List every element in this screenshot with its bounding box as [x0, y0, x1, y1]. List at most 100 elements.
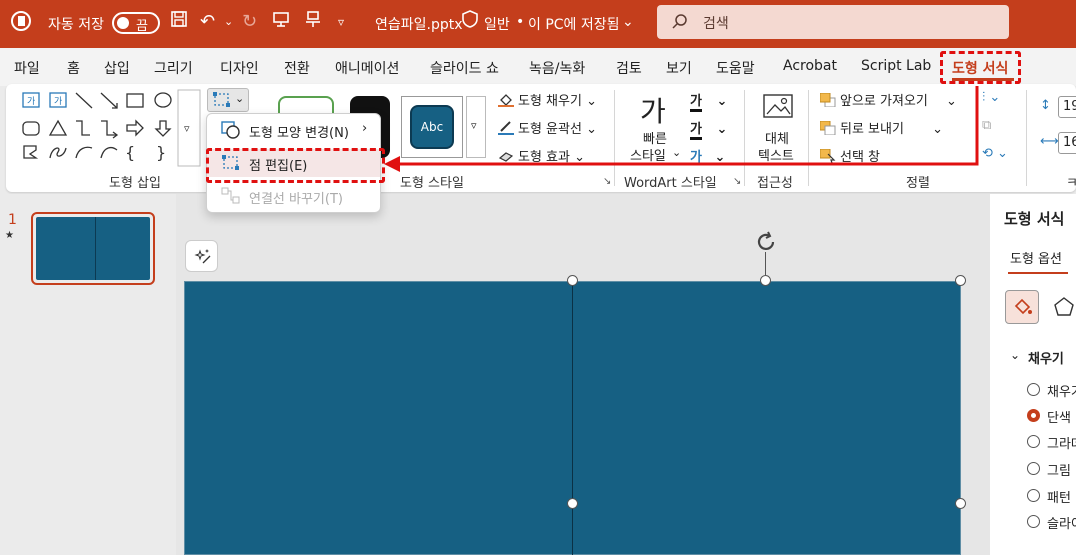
- highlight-shape-format-tab: [940, 51, 1021, 84]
- tab-review[interactable]: 검토: [616, 58, 642, 78]
- svg-text:가: 가: [54, 96, 62, 107]
- tab-animations[interactable]: 애니메이션: [335, 58, 399, 78]
- file-name[interactable]: 연습파일.pptx: [375, 14, 463, 34]
- change-shape-label: 도형 모양 변경(N): [249, 126, 349, 141]
- resize-handle-top-right[interactable]: [955, 275, 966, 286]
- dialog-launcher-icon[interactable]: ↘: [733, 176, 741, 187]
- format-pane-title: 도형 서식: [1004, 210, 1065, 228]
- svg-text:▿: ▿: [184, 122, 190, 135]
- undo-icon[interactable]: ↶: [200, 10, 215, 34]
- tab-record[interactable]: 녹음/녹화: [529, 58, 585, 78]
- dialog-launcher-icon[interactable]: ↘: [603, 176, 611, 187]
- search-icon: [671, 13, 689, 35]
- reroute-connectors-label: 연결선 바꾸기(T): [249, 192, 343, 207]
- autosave-toggle[interactable]: 끔: [112, 12, 160, 34]
- chevron-down-icon: ⌄: [235, 92, 245, 105]
- highlight-edit-points: [206, 148, 385, 183]
- shape-width-input[interactable]: 16: [1058, 132, 1076, 154]
- group-label-wordart: WordArt 스타일: [624, 176, 717, 191]
- align-icon[interactable]: ⫶ ⌄: [982, 90, 1000, 105]
- fill-option-label: 그림: [1047, 464, 1071, 479]
- edit-points-icon: [213, 92, 231, 112]
- title-bar: 자동 저장 끔 ↶ ⌄ ↻ ▿ 연습파일.pptx 일반 • 이 PC에 저장됨…: [0, 0, 1076, 48]
- radio-no-fill[interactable]: [1027, 383, 1040, 396]
- change-shape-icon: [221, 121, 241, 143]
- shape-gallery[interactable]: 가 가 { } ▿: [18, 88, 202, 168]
- save-icon[interactable]: [170, 10, 188, 35]
- slide-thumbnail-content: [36, 217, 150, 280]
- customize-toolbar-icon[interactable]: ▿: [338, 10, 344, 34]
- tab-insert[interactable]: 삽입: [104, 58, 130, 78]
- dot-separator: •: [516, 14, 525, 30]
- resize-handle-middle[interactable]: [567, 498, 578, 509]
- tab-draw[interactable]: 그리기: [154, 58, 193, 78]
- undo-dropdown-icon[interactable]: ⌄: [224, 10, 233, 34]
- autosave-label: 자동 저장: [48, 17, 104, 33]
- start-from-beginning-icon[interactable]: [272, 10, 290, 35]
- slide-shape[interactable]: [184, 281, 961, 555]
- fill-option-label: 채우기: [1047, 385, 1076, 400]
- fill-option-label: 슬라이드: [1047, 517, 1076, 532]
- svg-text:{: {: [125, 143, 135, 162]
- reroute-connectors-icon: [221, 187, 241, 209]
- fill-line-tab[interactable]: [1005, 290, 1039, 324]
- group-label-shape-styles: 도형 스타일: [400, 176, 464, 191]
- tab-home[interactable]: 홈: [67, 58, 80, 78]
- resize-handle-top-right-segment[interactable]: [760, 275, 771, 286]
- group-label-accessibility: 접근성: [757, 176, 793, 191]
- tab-acrobat[interactable]: Acrobat: [783, 58, 837, 74]
- edit-shape-button[interactable]: ⌄: [207, 88, 249, 112]
- tab-scriptlab[interactable]: Script Lab: [861, 58, 931, 74]
- menu-item-change-shape[interactable]: 도형 모양 변경(N) ›: [207, 116, 380, 144]
- slide-number: 1: [8, 212, 17, 228]
- fill-section-header[interactable]: 채우기: [1028, 348, 1064, 367]
- svg-text:가: 가: [27, 96, 35, 107]
- separator: [1026, 90, 1027, 186]
- shield-icon: [462, 10, 478, 35]
- width-icon: ⟷: [1040, 134, 1059, 149]
- shape-height-input[interactable]: 19: [1058, 96, 1076, 118]
- radio-gradient-fill[interactable]: [1027, 435, 1040, 448]
- fill-option-label: 패턴: [1047, 491, 1071, 506]
- tab-help[interactable]: 도움말: [716, 58, 755, 78]
- tab-shape-options[interactable]: 도형 옵션: [1010, 248, 1062, 267]
- svg-text:}: }: [156, 143, 166, 162]
- shape-divider-line: [572, 282, 573, 555]
- tab-transitions[interactable]: 전환: [284, 58, 310, 78]
- sensitivity-label[interactable]: 일반: [484, 14, 510, 34]
- resize-handle-right[interactable]: [955, 498, 966, 509]
- rotate-icon[interactable]: ⟲ ⌄: [982, 146, 1008, 161]
- sparkle-icon: [194, 247, 212, 269]
- radio-solid-fill[interactable]: [1027, 409, 1040, 422]
- effects-tab-icon[interactable]: [1053, 296, 1075, 322]
- group-label-insert-shapes: 도형 삽입: [109, 176, 161, 191]
- tab-slideshow[interactable]: 슬라이드 쇼: [430, 58, 499, 78]
- shape-width-value: 16: [1063, 135, 1076, 150]
- height-icon: ↕: [1040, 98, 1051, 113]
- slide-thumbnail[interactable]: [31, 212, 155, 285]
- animation-star-icon: ★: [5, 230, 14, 241]
- save-location[interactable]: 이 PC에 저장됨: [528, 14, 620, 34]
- radio-slide-background-fill[interactable]: [1027, 515, 1040, 528]
- shape-tool-icon[interactable]: [304, 10, 322, 35]
- autosave-state: 끔: [136, 19, 148, 34]
- annotation-arrow: [384, 86, 979, 172]
- group-objects-icon: ⧉: [982, 118, 992, 133]
- radio-picture-fill[interactable]: [1027, 462, 1040, 475]
- tab-file[interactable]: 파일: [14, 58, 40, 78]
- rotate-handle-icon[interactable]: [754, 230, 778, 258]
- resize-handle-top-middle[interactable]: [567, 275, 578, 286]
- tab-design[interactable]: 디자인: [220, 58, 259, 78]
- radio-pattern-fill[interactable]: [1027, 489, 1040, 502]
- fill-option-label: 단색: [1047, 411, 1071, 426]
- paint-bucket-icon: [1013, 297, 1033, 321]
- tab-view[interactable]: 보기: [666, 58, 692, 78]
- search-box[interactable]: 검색: [657, 5, 1009, 39]
- chevron-down-icon[interactable]: ⌄: [1010, 348, 1020, 362]
- designer-button[interactable]: [185, 240, 218, 272]
- shape-height-value: 19: [1063, 99, 1076, 114]
- group-label-size: ㅋ: [1066, 176, 1076, 191]
- chevron-right-icon: ›: [362, 121, 368, 136]
- chevron-down-icon[interactable]: ⌄: [622, 14, 634, 30]
- menu-item-reroute-connectors: 연결선 바꾸기(T): [207, 182, 380, 210]
